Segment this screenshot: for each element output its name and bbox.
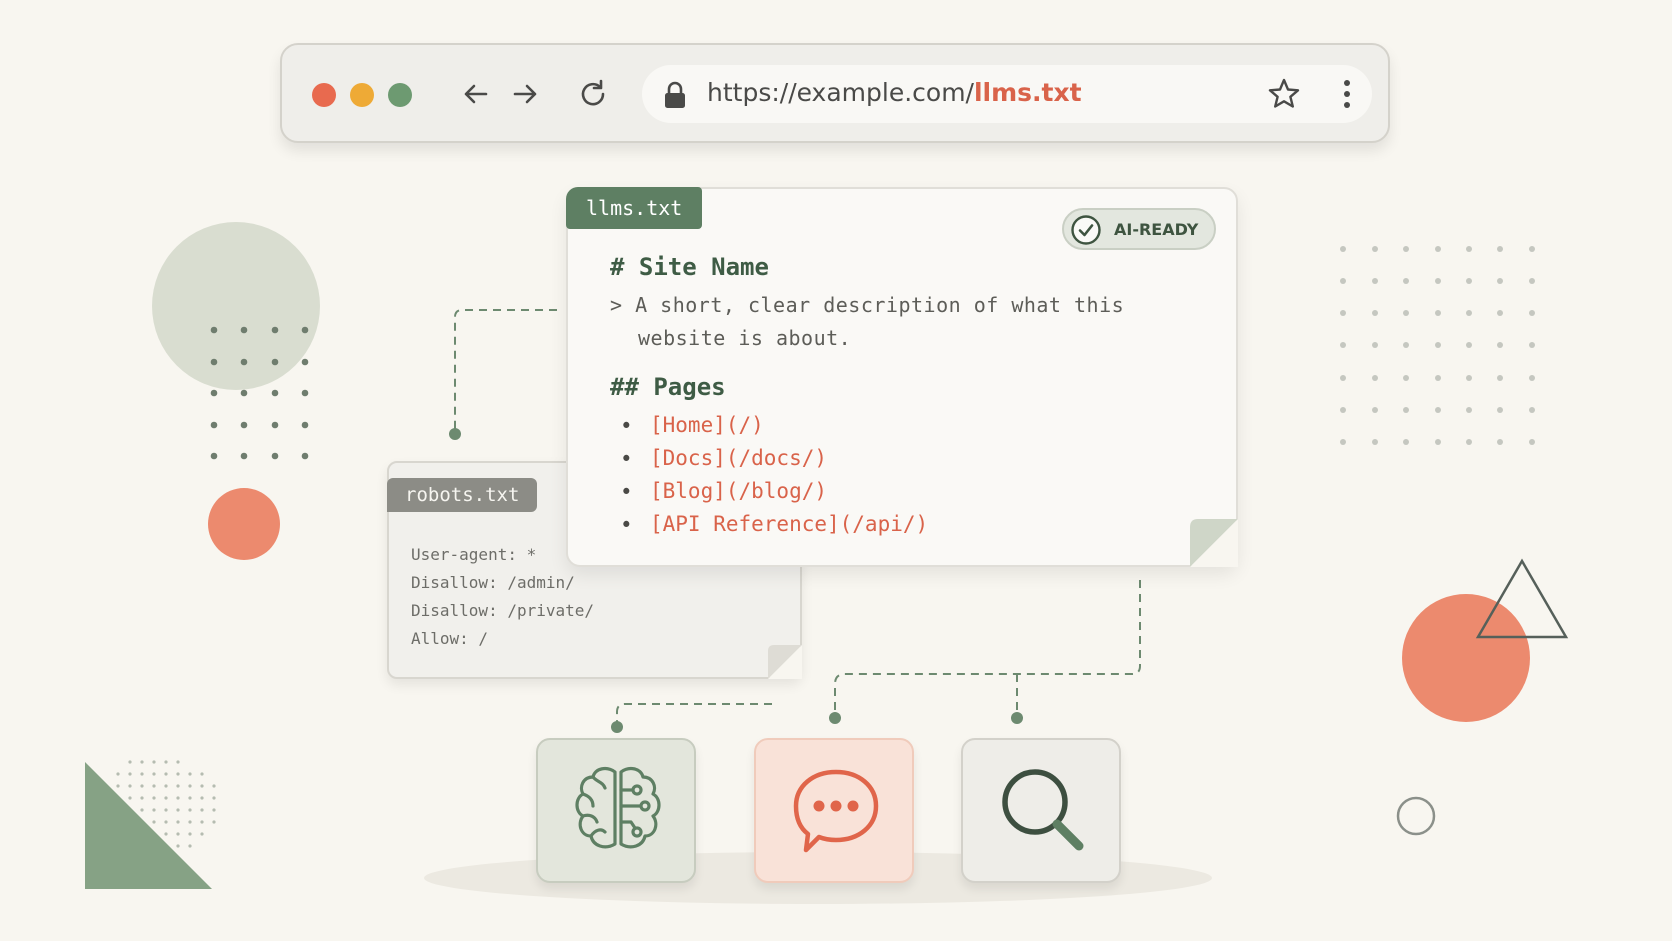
url-file: llms.txt (973, 78, 1082, 107)
browser-window-bar: https://example.com/llms.txt (280, 43, 1390, 143)
more-vertical-icon[interactable] (1340, 77, 1354, 111)
address-bar[interactable]: https://example.com/llms.txt (642, 65, 1372, 123)
bullet: • (620, 513, 633, 537)
bullet: • (620, 480, 633, 504)
bullet: • (620, 447, 633, 471)
description-line-1: > A short, clear description of what thi… (610, 293, 1125, 317)
coral-circle-decor-right (1402, 594, 1530, 722)
robots-line: Allow: / (411, 629, 489, 648)
chat-assistant-tile[interactable] (754, 738, 914, 883)
robots-line: User-agent: * (411, 545, 537, 564)
robots-line: Disallow: /admin/ (411, 573, 575, 592)
page-link-docs[interactable]: [Docs](/docs/) (650, 446, 827, 470)
page-link-blog[interactable]: [Blog](/blog/) (650, 479, 827, 503)
folded-corner (1190, 519, 1238, 567)
green-triangle-decor (85, 762, 212, 889)
bullet: • (620, 414, 633, 438)
description-line-2: website is about. (638, 326, 852, 350)
ai-ready-label: AI-READY (1114, 220, 1199, 239)
coral-circle-decor-left (208, 488, 280, 560)
check-circle-icon (1071, 215, 1101, 245)
back-arrow-icon[interactable] (460, 78, 492, 110)
star-icon[interactable] (1267, 77, 1301, 111)
robots-line: Disallow: /private/ (411, 601, 595, 620)
minimize-window-dot[interactable] (350, 83, 374, 107)
brain-icon (575, 766, 661, 849)
small-ring-decor (1396, 796, 1436, 836)
folded-corner (768, 645, 802, 679)
page-link-home[interactable]: [Home](/) (650, 413, 764, 437)
reload-icon[interactable] (576, 77, 610, 111)
ai-model-tile[interactable] (536, 738, 696, 883)
forward-arrow-icon[interactable] (509, 78, 541, 110)
robots-txt-tab: robots.txt (387, 478, 538, 512)
maximize-window-dot[interactable] (388, 83, 412, 107)
page-link-api-reference[interactable]: [API Reference](/api/) (650, 512, 928, 536)
site-name-heading: # Site Name (610, 253, 769, 281)
dot-grid-right (1340, 246, 1535, 445)
sage-circle-decor (152, 222, 320, 390)
search-engine-tile[interactable] (961, 738, 1121, 883)
llms-txt-tab: llms.txt (566, 187, 703, 229)
url-base: https://example.com/ (707, 78, 974, 107)
pages-heading: ## Pages (610, 373, 726, 401)
ai-ready-badge: AI-READY (1062, 208, 1216, 250)
lock-icon (665, 81, 685, 108)
search-icon (1002, 769, 1084, 851)
chat-bubble-icon (793, 769, 879, 853)
llms-txt-card: llms.txt AI-READY # Site Name > A short,… (566, 187, 1238, 567)
close-window-dot[interactable] (312, 83, 336, 107)
url-text: https://example.com/llms.txt (707, 78, 1082, 107)
